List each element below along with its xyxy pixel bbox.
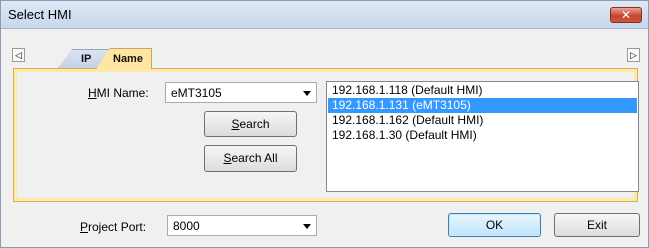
hmi-list[interactable]: 192.168.1.118 (Default HMI) 192.168.1.13… [326, 81, 639, 192]
close-button[interactable]: ✕ [610, 7, 642, 23]
project-port-combobox[interactable]: 8000 [167, 215, 317, 236]
tab-ip-label: IP [81, 53, 92, 65]
exit-button[interactable]: Exit [554, 213, 640, 237]
list-item[interactable]: 192.168.1.30 (Default HMI) [328, 128, 637, 143]
close-icon: ✕ [620, 8, 632, 22]
hmi-name-value: eMT3105 [171, 86, 222, 100]
title-bar: Select HMI ✕ [1, 1, 648, 29]
dialog-title: Select HMI [8, 7, 72, 22]
tab-scroll-left-button[interactable]: ◁ [12, 48, 25, 62]
list-item-selected[interactable]: 192.168.1.131 (eMT3105) [328, 98, 637, 113]
ok-button[interactable]: OK [448, 213, 541, 237]
hmi-name-combobox[interactable]: eMT3105 [165, 82, 317, 103]
dropdown-arrow-icon [303, 91, 311, 96]
tab-scroll-right-button[interactable]: ▷ [627, 48, 640, 62]
search-all-button[interactable]: Search All [204, 145, 297, 172]
dropdown-arrow-icon [303, 224, 311, 229]
triangle-left-icon: ◁ [15, 50, 22, 60]
hmi-name-label: HMI Name: [88, 86, 149, 100]
project-port-label: Project Port: [80, 220, 147, 234]
triangle-right-icon: ▷ [630, 50, 637, 60]
project-port-value: 8000 [173, 219, 200, 233]
search-button[interactable]: Search [204, 111, 297, 137]
list-item[interactable]: 192.168.1.162 (Default HMI) [328, 113, 637, 128]
list-item[interactable]: 192.168.1.118 (Default HMI) [328, 83, 637, 98]
tab-name-label: Name [113, 53, 143, 65]
